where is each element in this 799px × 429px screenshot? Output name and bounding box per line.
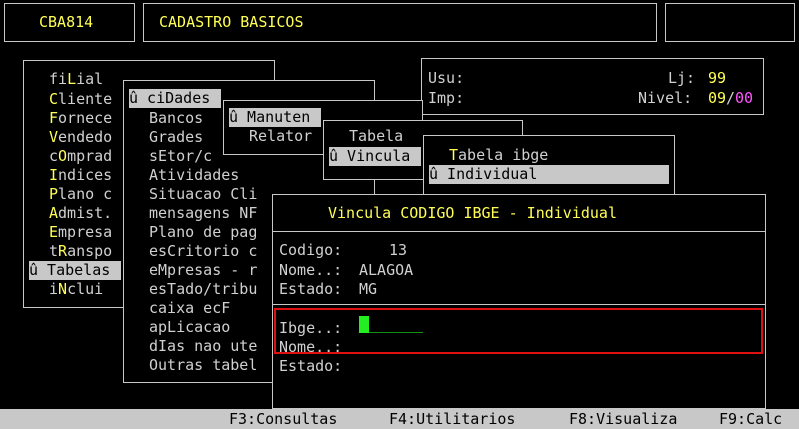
nome-value: ALAGOA [359,261,414,279]
program-code-box: CBA814 [4,3,135,42]
tabelas-item-estado[interactable]: esTado/tribu [149,280,257,299]
tabelas-item-outras[interactable]: Outras tabel [149,356,257,375]
menu-item-tabelas[interactable]: û Tabelas [29,261,121,280]
lj-label: Lj: [668,69,696,87]
nivel-max: 00 [735,89,754,107]
tabelas-item-setor[interactable]: sEtor/c [149,147,212,166]
cidades-item-manutencao[interactable]: û Manuten [229,108,321,127]
manut-item-tabela[interactable]: Tabela [349,127,403,146]
menu-item-vendedor[interactable]: Vendedo [49,128,112,147]
manut-item-vincula[interactable]: û Vincula [329,147,421,166]
imp-label: Imp: [428,89,465,107]
tabelas-item-atividades[interactable]: Atividades [149,166,239,185]
vincula-item-tabela-ibge[interactable]: Tabela ibge [449,146,548,165]
dialog-title: Vincula CODIGO IBGE - Individual [328,204,617,222]
f8-visualiza[interactable]: F8:Visualiza [569,410,677,429]
tabelas-item-aplicacao[interactable]: apLicacao [149,318,230,337]
tabelas-item-empresas[interactable]: eMpresas - r [149,261,257,280]
usu-label: Usu: [428,69,465,87]
tabelas-item-mensagens[interactable]: mensagens NF [149,204,257,223]
menu-item-filial[interactable]: fiLial [49,70,103,89]
menu-item-empresa[interactable]: Empresa [49,223,112,242]
lj-value: 99 [708,69,727,87]
user-panel: Usu: Lj: 99 Imp: Nivel: 09 / 00 [421,58,764,115]
header-empty-box [665,3,795,42]
function-key-bar: F3:Consultas F4:Utilitarios F8:Visualiza… [0,409,799,429]
menu-item-comprador[interactable]: cOmprad [49,147,112,166]
dialog-fields-sep [273,304,765,305]
menu-item-inclui[interactable]: iNclui [49,280,103,299]
menu-item-plano[interactable]: Plano c [49,185,112,204]
nome-label: Nome..: [279,261,343,279]
program-title: CADASTRO BASICOS [159,13,304,31]
f9-calc[interactable]: F9:Calc [719,410,782,429]
estado2-label: Estado: [279,357,343,375]
dialog-title-sep [273,231,765,232]
f3-consultas[interactable]: F3:Consultas [229,410,337,429]
vincula-menu: Tabela ibge û Individual [423,135,675,195]
f4-utilitarios[interactable]: F4:Utilitarios [389,410,515,429]
tabelas-item-dias[interactable]: dIas nao ute [149,337,257,356]
nivel-value: 09 [708,89,727,107]
nivel-sep: / [726,89,736,107]
tabelas-menu-title[interactable]: û ciDades [129,89,221,108]
nivel-label: Nivel: [638,89,693,107]
focus-highlight [274,308,763,354]
program-title-box: CADASTRO BASICOS [143,3,657,42]
tabelas-item-plano-pag[interactable]: Plano de pag [149,223,257,242]
codigo-label: Codigo: [279,241,343,259]
menu-item-transporte[interactable]: tRanspo [49,242,112,261]
menu-item-indices[interactable]: Indices [49,166,112,185]
tabelas-item-grades[interactable]: Grades [149,128,203,147]
menu-item-fornecedor[interactable]: Fornece [49,109,112,128]
menu-item-cliente[interactable]: Cliente [49,90,112,109]
tabelas-item-caixa[interactable]: caixa ecF [149,299,230,318]
tabelas-item-escritorio[interactable]: esCritorio c [149,242,257,261]
codigo-value: 13 [389,241,408,259]
menu-item-admist[interactable]: Admist. [49,204,112,223]
tabelas-item-situacao[interactable]: Situacao Cli [149,185,257,204]
vincula-dialog: Vincula CODIGO IBGE - Individual Codigo:… [272,194,766,409]
cidades-item-relatorio[interactable]: Relator [249,127,312,146]
program-code: CBA814 [39,13,94,31]
estado-value: MG [359,280,378,298]
tabelas-item-bancos[interactable]: Bancos [149,109,203,128]
vincula-item-individual[interactable]: û Individual [429,165,669,184]
estado-label: Estado: [279,280,343,298]
